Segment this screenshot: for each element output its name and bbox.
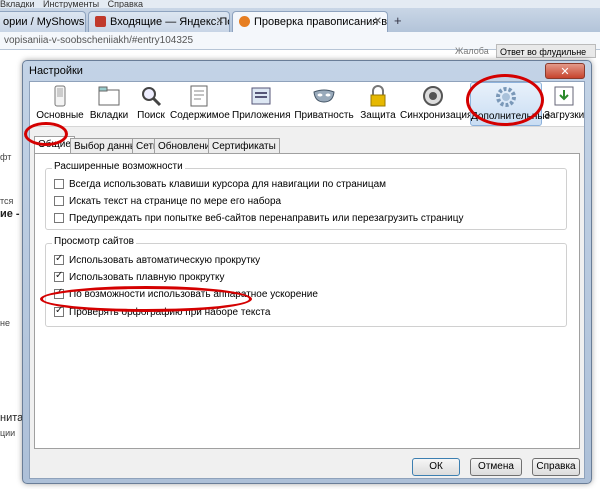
dialog-body: Основные Вкладки Поиск Содержимое Прилож… <box>29 81 585 479</box>
mail-favicon-icon <box>95 16 106 27</box>
toolbar-label: Загрузки <box>544 110 585 121</box>
bg-text: тся <box>0 196 14 206</box>
option-warn-redirect[interactable]: Предупреждать при попытке веб-сайтов пер… <box>54 213 463 225</box>
option-find-as-type[interactable]: Искать текст на странице по мере его наб… <box>54 196 281 208</box>
checkbox-checked[interactable] <box>54 305 64 317</box>
tab-label: ории / MyShows.me <box>3 16 85 28</box>
tab-label: Проверка правописания в... <box>254 16 388 28</box>
option-label: Использовать автоматическую прокрутку <box>69 255 261 266</box>
toolbar-security[interactable]: Защита <box>358 82 398 126</box>
tab-label: Входящие — Яндекс.Почта <box>110 16 229 28</box>
browser-tab-spellcheck[interactable]: Проверка правописания в... ✕ <box>232 11 388 32</box>
subtab-general[interactable]: Общие <box>34 136 75 154</box>
browser-tab-myshows[interactable]: ории / MyShows.me <box>0 11 86 32</box>
lock-icon <box>370 85 386 107</box>
toolbar-tabs[interactable]: Вкладки <box>88 82 130 126</box>
mask-icon <box>313 89 335 103</box>
downloads-icon <box>554 86 574 106</box>
toolbar-content[interactable]: Содержимое <box>170 82 230 126</box>
tab-close-icon[interactable]: ✕ <box>374 12 382 32</box>
checkbox[interactable] <box>54 196 64 206</box>
option-label: Использовать плавную прокрутку <box>69 272 225 283</box>
toolbar-label: Вкладки <box>89 110 129 121</box>
toolbar-label: Дополнительные <box>471 111 551 122</box>
toolbar-label: Основные <box>36 110 84 121</box>
browser-tab-yandex-mail[interactable]: Входящие — Яндекс.Почта ✕ <box>88 11 230 32</box>
sync-icon <box>423 86 443 106</box>
magnifier-icon <box>142 87 162 107</box>
toolbar-sync[interactable]: Синхронизация <box>400 82 472 126</box>
option-label: Всегда использовать клавиши курсора для … <box>69 179 387 190</box>
toolbar-applications[interactable]: Приложения <box>232 82 291 126</box>
toolbar-label: Приватность <box>294 110 354 121</box>
applications-icon <box>251 87 271 105</box>
toolbar-label: Содержимое <box>170 110 230 121</box>
accessibility-group: Расширенные возможности Всегда использов… <box>45 161 567 230</box>
bg-text: ции <box>0 428 16 438</box>
checkbox-checked[interactable] <box>54 253 64 265</box>
toolbar-label: Защита <box>360 110 396 121</box>
option-label: Искать текст на странице по мере его наб… <box>69 196 282 207</box>
browser-menubar: Вкладки Инструменты Справка <box>0 0 600 8</box>
browsing-group: Просмотр сайтов Использовать автоматичес… <box>45 236 567 327</box>
site-favicon-icon <box>239 16 250 27</box>
settings-toolbar: Основные Вкладки Поиск Содержимое Прилож… <box>30 82 584 127</box>
checkbox-checked[interactable] <box>54 287 64 299</box>
dialog-title: Настройки <box>29 65 83 77</box>
option-label: Предупреждать при попытке веб-сайтов пер… <box>69 213 464 224</box>
toolbar-privacy[interactable]: Приватность <box>294 82 354 126</box>
browser-tabstrip: ории / MyShows.me Входящие — Яндекс.Почт… <box>0 8 600 32</box>
general-panel: Расширенные возможности Всегда использов… <box>34 153 580 449</box>
report-link[interactable]: Жалоба <box>455 44 489 58</box>
bg-text: не <box>0 318 10 328</box>
cancel-button[interactable]: Отмена <box>470 458 522 476</box>
toolbar-search[interactable]: Поиск <box>134 82 168 126</box>
ok-button[interactable]: ОК <box>412 458 460 476</box>
settings-dialog: Настройки ✕ Основные Вкладки Поиск Содер… <box>22 60 592 484</box>
option-label: По возможности использовать аппаратное у… <box>69 289 318 300</box>
group-title: Просмотр сайтов <box>52 236 136 247</box>
menu-tabs[interactable]: Вкладки <box>0 0 35 8</box>
new-tab-icon[interactable]: + <box>394 13 402 28</box>
toolbar-general[interactable]: Основные <box>36 82 84 126</box>
option-smooth-scroll[interactable]: Использовать плавную прокрутку <box>54 270 225 284</box>
option-label: Проверять орфографию при наборе текста <box>69 307 271 318</box>
help-button[interactable]: Справка <box>532 458 580 476</box>
checkbox-checked[interactable] <box>54 270 64 282</box>
option-autoscroll[interactable]: Использовать автоматическую прокрутку <box>54 253 261 267</box>
toolbar-advanced[interactable]: Дополнительные <box>470 82 550 126</box>
group-title: Расширенные возможности <box>52 161 185 172</box>
switch-icon <box>54 85 66 107</box>
option-cursor-keys[interactable]: Всегда использовать клавиши курсора для … <box>54 179 386 191</box>
bg-text: фт <box>0 152 12 162</box>
option-spellcheck[interactable]: Проверять орфографию при наборе текста <box>54 305 271 319</box>
bg-text: нита <box>0 412 24 424</box>
checkbox[interactable] <box>54 213 64 223</box>
toolbar-label: Приложения <box>232 110 291 121</box>
tab-close-icon[interactable]: ✕ <box>216 12 224 32</box>
menu-help[interactable]: Справка <box>108 0 143 8</box>
reply-flood-button[interactable]: Ответ во флудильне <box>496 44 596 58</box>
checkbox[interactable] <box>54 179 64 189</box>
tabs-icon <box>98 86 120 106</box>
dialog-close-button[interactable]: ✕ <box>545 63 585 79</box>
subtab-certificates[interactable]: Сертификаты <box>208 138 280 153</box>
menu-tools[interactable]: Инструменты <box>43 0 99 8</box>
toolbar-downloads[interactable]: Загрузки <box>544 82 584 126</box>
option-hw-acceleration[interactable]: По возможности использовать аппаратное у… <box>54 287 318 301</box>
toolbar-label: Синхронизация <box>400 110 473 121</box>
gear-icon <box>496 87 516 107</box>
content-icon <box>190 85 208 107</box>
toolbar-label: Поиск <box>137 110 165 121</box>
